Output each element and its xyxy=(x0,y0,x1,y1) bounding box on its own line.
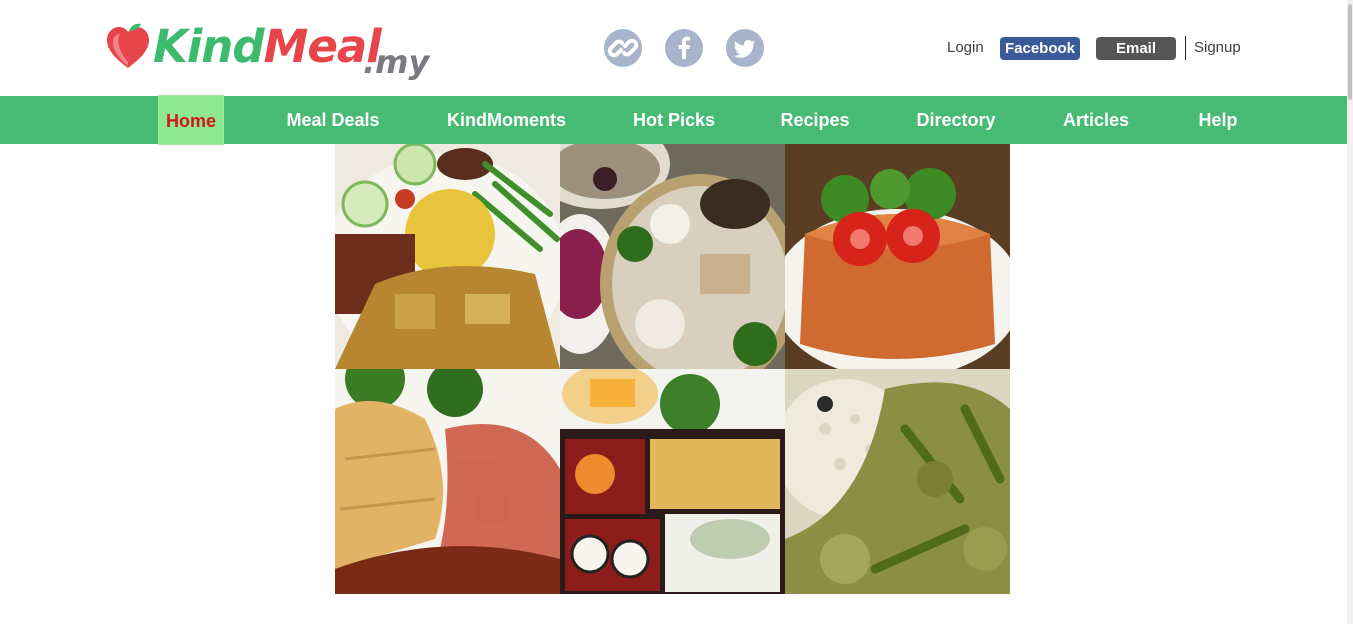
facebook-icon[interactable] xyxy=(665,29,703,67)
logo-wordmark: KindMeal xyxy=(153,20,382,73)
login-link[interactable]: Login xyxy=(947,39,984,62)
nav-item-directory[interactable]: Directory xyxy=(908,96,1004,144)
signup-link[interactable]: Signup xyxy=(1194,39,1241,62)
food-photo-grid xyxy=(335,144,1010,594)
logo-kind-text: Kind xyxy=(153,20,265,73)
food-image-bento[interactable] xyxy=(560,369,785,594)
auth-divider xyxy=(1185,36,1186,60)
page-scrollbar[interactable] xyxy=(1347,0,1353,624)
food-image-curry-rice[interactable] xyxy=(335,144,560,369)
nav-item-meal-deals[interactable]: Meal Deals xyxy=(278,96,388,144)
scrollbar-thumb[interactable] xyxy=(1348,4,1352,100)
main-nav: Home Meal Deals KindMoments Hot Picks Re… xyxy=(0,95,1347,145)
logo-tld-text: .my xyxy=(363,43,430,81)
nav-item-articles[interactable]: Articles xyxy=(1056,96,1136,144)
food-image-tomato-rice[interactable] xyxy=(785,144,1010,369)
facebook-login-button[interactable]: Facebook xyxy=(1000,37,1080,60)
nav-item-kindmoments[interactable]: KindMoments xyxy=(440,96,573,144)
nav-item-home[interactable]: Home xyxy=(158,95,224,145)
kindmeal-logo[interactable]: KindMeal .my xyxy=(105,18,429,86)
food-image-mixed-bowl[interactable] xyxy=(560,144,785,369)
nav-item-help[interactable]: Help xyxy=(1189,96,1247,144)
nav-item-recipes[interactable]: Recipes xyxy=(774,96,856,144)
heart-apple-icon xyxy=(107,23,149,68)
link-icon[interactable] xyxy=(604,29,642,67)
site-header: KindMeal .my Login Facebook Email Signup xyxy=(0,0,1347,96)
food-image-green-curry[interactable] xyxy=(785,369,1010,594)
twitter-icon[interactable] xyxy=(726,29,764,67)
email-login-button[interactable]: Email xyxy=(1096,37,1176,60)
food-image-katsu-tofu[interactable] xyxy=(335,369,560,594)
nav-item-hot-picks[interactable]: Hot Picks xyxy=(626,96,722,144)
